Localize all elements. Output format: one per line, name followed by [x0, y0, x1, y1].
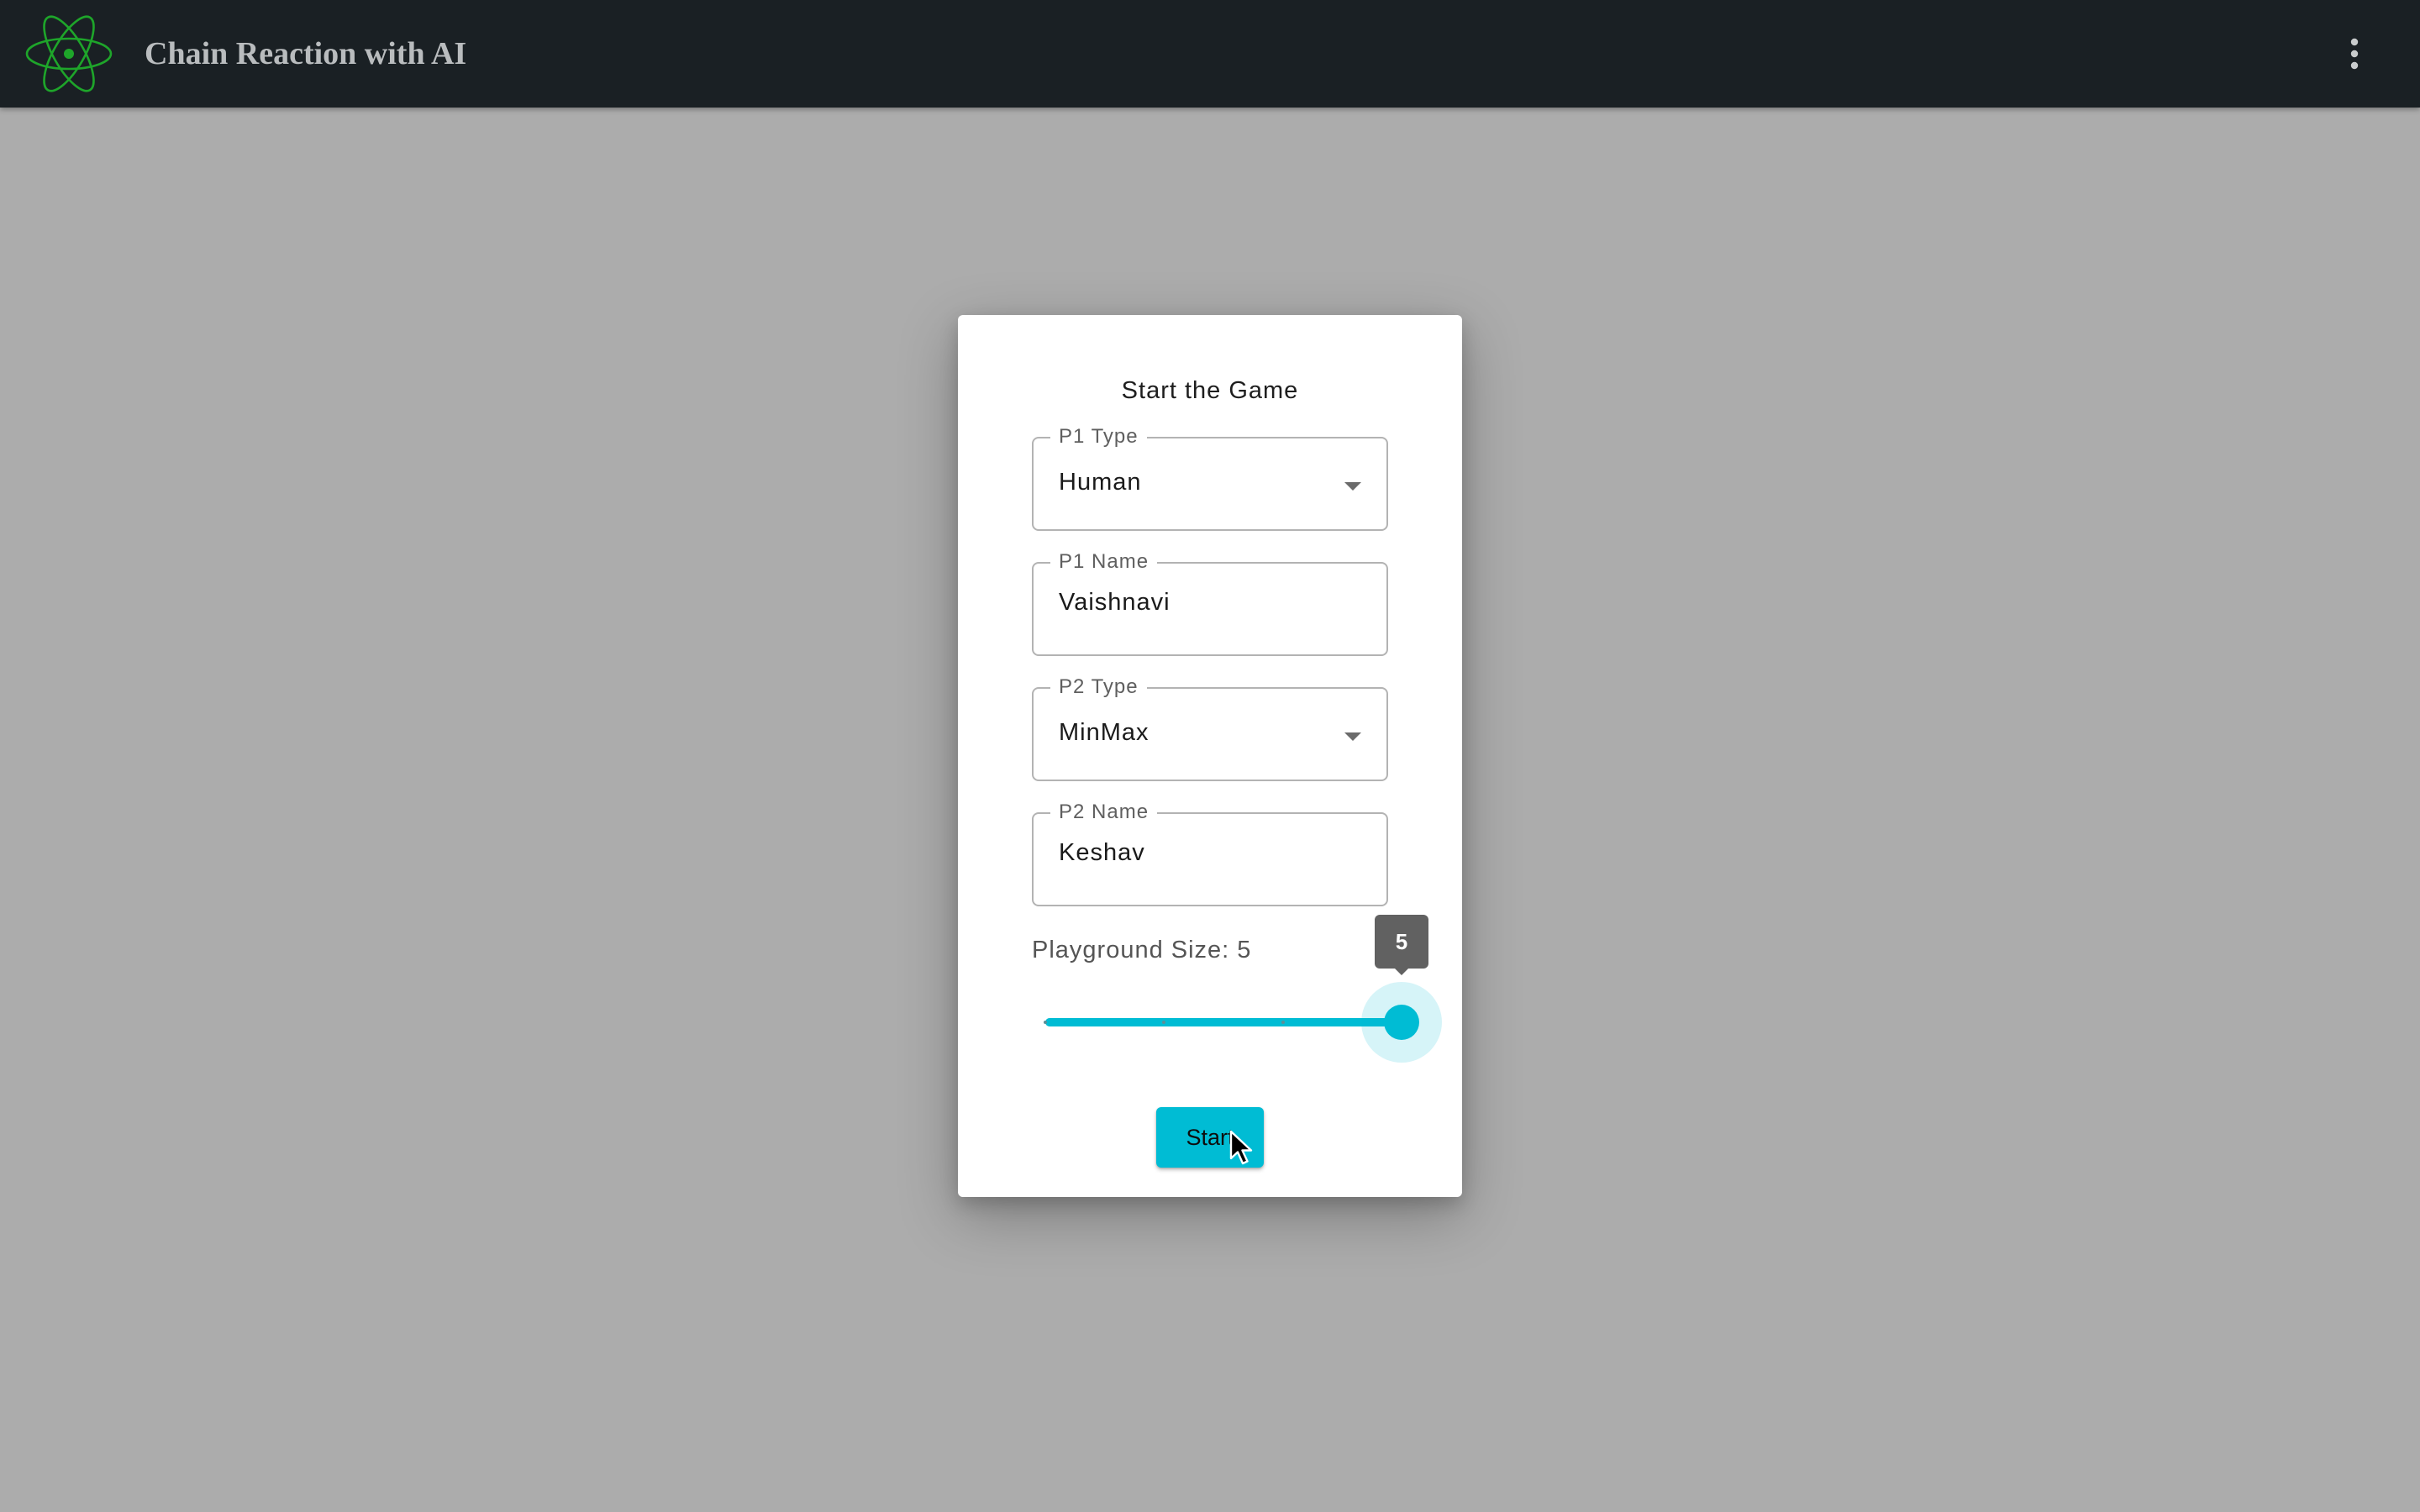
p2-name-field[interactable]: P2 Name Keshav — [1032, 799, 1388, 906]
p2-type-value: MinMax — [1059, 719, 1150, 746]
playground-size-slider[interactable]: 5 — [1044, 915, 1442, 1063]
dropdown-arrow-icon — [1344, 732, 1361, 741]
p1-name-label: P1 Name — [1050, 549, 1158, 575]
slider-tick-mark — [1281, 1021, 1285, 1024]
p2-name-label: P2 Name — [1050, 799, 1158, 826]
p2-type-label: P2 Type — [1050, 674, 1147, 701]
slider-thumb[interactable] — [1384, 1005, 1419, 1040]
p1-type-label: P1 Type — [1050, 423, 1147, 450]
p2-type-select[interactable]: P2 Type MinMax — [1032, 674, 1388, 781]
playground-size-label: Playground Size: 5 — [1032, 937, 1252, 963]
atom-icon — [25, 15, 113, 92]
app-title: Chain Reaction with AI — [145, 36, 467, 71]
more-options-button[interactable] — [2329, 29, 2380, 79]
p1-name-field[interactable]: P1 Name Vaishnavi — [1032, 549, 1388, 656]
dropdown-arrow-icon — [1344, 482, 1361, 491]
start-game-dialog: Start the Game P1 Type Human P1 Name Vai… — [958, 315, 1462, 1197]
p2-name-value: Keshav — [1059, 839, 1145, 866]
slider-fill — [1045, 1018, 1402, 1026]
p1-type-value: Human — [1059, 469, 1142, 496]
more-vertical-icon — [2350, 38, 2359, 70]
p1-type-select[interactable]: P1 Type Human — [1032, 423, 1388, 531]
slider-value-tooltip: 5 — [1375, 915, 1428, 975]
slider-tick-mark — [1044, 1021, 1047, 1024]
p1-name-value: Vaishnavi — [1059, 589, 1171, 616]
app-bar: Chain Reaction with AI — [0, 0, 2420, 108]
start-button[interactable]: Start — [1156, 1107, 1264, 1168]
dialog-title: Start the Game — [1121, 377, 1299, 404]
